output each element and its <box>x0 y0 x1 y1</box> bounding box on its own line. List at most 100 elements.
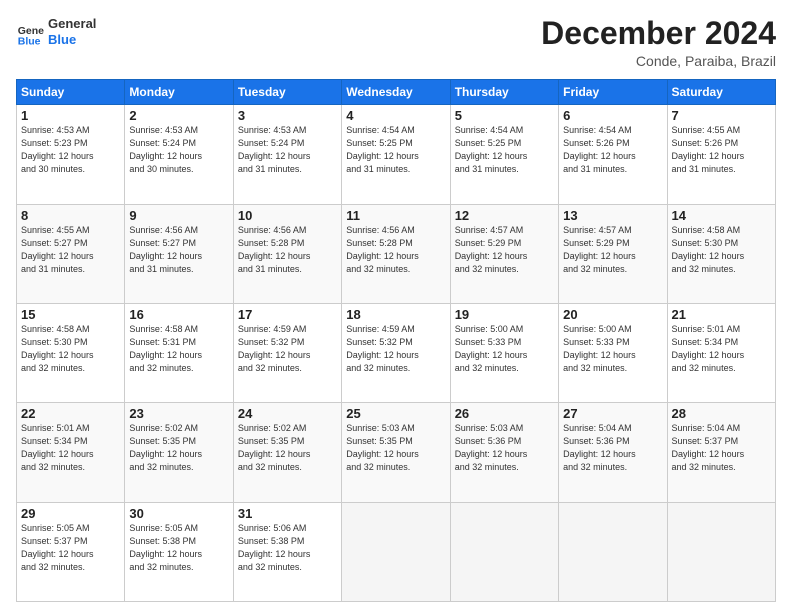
weekday-saturday: Saturday <box>667 80 775 105</box>
sunset-text: Sunset: 5:27 PM <box>21 237 120 250</box>
sunset-text: Sunset: 5:26 PM <box>563 137 662 150</box>
daylight-text: Daylight: 12 hours and 32 minutes. <box>455 349 554 375</box>
calendar-cell: 10Sunrise: 4:56 AMSunset: 5:28 PMDayligh… <box>233 204 341 303</box>
logo-blue: Blue <box>48 32 96 48</box>
sunset-text: Sunset: 5:31 PM <box>129 336 228 349</box>
daylight-text: Daylight: 12 hours and 31 minutes. <box>672 150 771 176</box>
day-number: 13 <box>563 208 662 223</box>
calendar-cell: 26Sunrise: 5:03 AMSunset: 5:36 PMDayligh… <box>450 403 558 502</box>
daylight-text: Daylight: 12 hours and 32 minutes. <box>455 448 554 474</box>
calendar-week-row: 29Sunrise: 5:05 AMSunset: 5:37 PMDayligh… <box>17 502 776 601</box>
sunrise-text: Sunrise: 4:54 AM <box>346 124 445 137</box>
day-number: 28 <box>672 406 771 421</box>
calendar-cell: 6Sunrise: 4:54 AMSunset: 5:26 PMDaylight… <box>559 105 667 204</box>
calendar-cell: 13Sunrise: 4:57 AMSunset: 5:29 PMDayligh… <box>559 204 667 303</box>
daylight-text: Daylight: 12 hours and 32 minutes. <box>129 349 228 375</box>
calendar-week-row: 8Sunrise: 4:55 AMSunset: 5:27 PMDaylight… <box>17 204 776 303</box>
daylight-text: Daylight: 12 hours and 32 minutes. <box>346 250 445 276</box>
day-number: 4 <box>346 108 445 123</box>
day-number: 17 <box>238 307 337 322</box>
header: General Blue General Blue December 2024 … <box>16 16 776 69</box>
calendar-cell: 11Sunrise: 4:56 AMSunset: 5:28 PMDayligh… <box>342 204 450 303</box>
sunrise-text: Sunrise: 4:57 AM <box>563 224 662 237</box>
sunrise-text: Sunrise: 4:55 AM <box>672 124 771 137</box>
location: Conde, Paraiba, Brazil <box>541 53 776 69</box>
calendar-cell: 14Sunrise: 4:58 AMSunset: 5:30 PMDayligh… <box>667 204 775 303</box>
calendar-cell: 20Sunrise: 5:00 AMSunset: 5:33 PMDayligh… <box>559 303 667 402</box>
day-number: 24 <box>238 406 337 421</box>
daylight-text: Daylight: 12 hours and 32 minutes. <box>238 448 337 474</box>
sunrise-text: Sunrise: 5:01 AM <box>672 323 771 336</box>
calendar-cell: 21Sunrise: 5:01 AMSunset: 5:34 PMDayligh… <box>667 303 775 402</box>
sunrise-text: Sunrise: 4:58 AM <box>672 224 771 237</box>
calendar-cell: 5Sunrise: 4:54 AMSunset: 5:25 PMDaylight… <box>450 105 558 204</box>
sunset-text: Sunset: 5:33 PM <box>563 336 662 349</box>
daylight-text: Daylight: 12 hours and 32 minutes. <box>238 349 337 375</box>
calendar-cell: 4Sunrise: 4:54 AMSunset: 5:25 PMDaylight… <box>342 105 450 204</box>
sunrise-text: Sunrise: 4:57 AM <box>455 224 554 237</box>
calendar-cell: 28Sunrise: 5:04 AMSunset: 5:37 PMDayligh… <box>667 403 775 502</box>
day-number: 31 <box>238 506 337 521</box>
sunset-text: Sunset: 5:29 PM <box>563 237 662 250</box>
page-container: General Blue General Blue December 2024 … <box>0 0 792 612</box>
day-number: 27 <box>563 406 662 421</box>
calendar-cell <box>667 502 775 601</box>
sunrise-text: Sunrise: 5:04 AM <box>563 422 662 435</box>
daylight-text: Daylight: 12 hours and 32 minutes. <box>21 448 120 474</box>
calendar-cell: 8Sunrise: 4:55 AMSunset: 5:27 PMDaylight… <box>17 204 125 303</box>
calendar-week-row: 15Sunrise: 4:58 AMSunset: 5:30 PMDayligh… <box>17 303 776 402</box>
sunrise-text: Sunrise: 5:02 AM <box>129 422 228 435</box>
sunrise-text: Sunrise: 4:53 AM <box>238 124 337 137</box>
sunrise-text: Sunrise: 4:54 AM <box>455 124 554 137</box>
calendar-cell: 24Sunrise: 5:02 AMSunset: 5:35 PMDayligh… <box>233 403 341 502</box>
day-number: 10 <box>238 208 337 223</box>
sunset-text: Sunset: 5:35 PM <box>129 435 228 448</box>
sunset-text: Sunset: 5:36 PM <box>563 435 662 448</box>
daylight-text: Daylight: 12 hours and 32 minutes. <box>563 349 662 375</box>
sunset-text: Sunset: 5:29 PM <box>455 237 554 250</box>
sunset-text: Sunset: 5:32 PM <box>346 336 445 349</box>
day-number: 15 <box>21 307 120 322</box>
day-number: 25 <box>346 406 445 421</box>
daylight-text: Daylight: 12 hours and 32 minutes. <box>563 250 662 276</box>
day-number: 2 <box>129 108 228 123</box>
calendar-cell: 30Sunrise: 5:05 AMSunset: 5:38 PMDayligh… <box>125 502 233 601</box>
sunrise-text: Sunrise: 4:53 AM <box>129 124 228 137</box>
weekday-friday: Friday <box>559 80 667 105</box>
sunrise-text: Sunrise: 4:59 AM <box>346 323 445 336</box>
weekday-wednesday: Wednesday <box>342 80 450 105</box>
sunset-text: Sunset: 5:35 PM <box>238 435 337 448</box>
calendar-cell: 25Sunrise: 5:03 AMSunset: 5:35 PMDayligh… <box>342 403 450 502</box>
daylight-text: Daylight: 12 hours and 32 minutes. <box>672 349 771 375</box>
sunrise-text: Sunrise: 5:00 AM <box>455 323 554 336</box>
day-number: 30 <box>129 506 228 521</box>
sunrise-text: Sunrise: 4:56 AM <box>129 224 228 237</box>
daylight-text: Daylight: 12 hours and 32 minutes. <box>455 250 554 276</box>
calendar-cell: 1Sunrise: 4:53 AMSunset: 5:23 PMDaylight… <box>17 105 125 204</box>
sunset-text: Sunset: 5:30 PM <box>21 336 120 349</box>
sunrise-text: Sunrise: 5:02 AM <box>238 422 337 435</box>
sunrise-text: Sunrise: 5:04 AM <box>672 422 771 435</box>
calendar-cell: 19Sunrise: 5:00 AMSunset: 5:33 PMDayligh… <box>450 303 558 402</box>
month-title: December 2024 <box>541 16 776 51</box>
calendar-cell <box>559 502 667 601</box>
sunset-text: Sunset: 5:24 PM <box>129 137 228 150</box>
calendar-cell: 12Sunrise: 4:57 AMSunset: 5:29 PMDayligh… <box>450 204 558 303</box>
calendar-cell: 23Sunrise: 5:02 AMSunset: 5:35 PMDayligh… <box>125 403 233 502</box>
sunset-text: Sunset: 5:34 PM <box>21 435 120 448</box>
calendar-cell <box>342 502 450 601</box>
day-number: 16 <box>129 307 228 322</box>
sunset-text: Sunset: 5:26 PM <box>672 137 771 150</box>
sunset-text: Sunset: 5:23 PM <box>21 137 120 150</box>
daylight-text: Daylight: 12 hours and 31 minutes. <box>346 150 445 176</box>
day-number: 19 <box>455 307 554 322</box>
sunrise-text: Sunrise: 4:56 AM <box>346 224 445 237</box>
daylight-text: Daylight: 12 hours and 32 minutes. <box>563 448 662 474</box>
daylight-text: Daylight: 12 hours and 31 minutes. <box>563 150 662 176</box>
daylight-text: Daylight: 12 hours and 32 minutes. <box>238 548 337 574</box>
title-block: December 2024 Conde, Paraiba, Brazil <box>541 16 776 69</box>
daylight-text: Daylight: 12 hours and 32 minutes. <box>129 448 228 474</box>
logo-icon: General Blue <box>16 18 44 46</box>
calendar-cell: 2Sunrise: 4:53 AMSunset: 5:24 PMDaylight… <box>125 105 233 204</box>
calendar-week-row: 1Sunrise: 4:53 AMSunset: 5:23 PMDaylight… <box>17 105 776 204</box>
